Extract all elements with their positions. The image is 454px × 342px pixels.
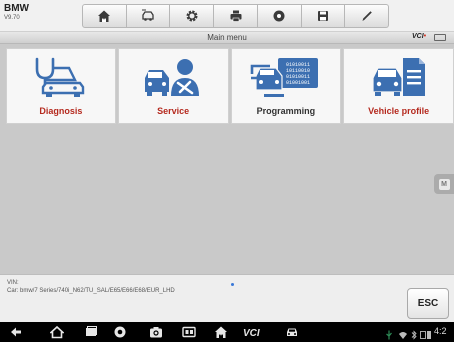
help-icon — [273, 10, 285, 22]
nav-screenshot-button[interactable] — [146, 325, 166, 339]
bluetooth-icon — [410, 327, 418, 340]
page-indicator-dot — [231, 283, 234, 286]
nav-recents-button[interactable] — [83, 325, 99, 339]
browser-icon — [114, 326, 126, 338]
tile-vehicle-profile[interactable]: Vehicle profile — [343, 48, 454, 124]
stethoscope-car-icon — [35, 57, 85, 97]
tile-service[interactable]: Service — [117, 48, 229, 124]
vehicle-info-panel: VIN: Car: bmw/7 Series/740i_N62/TU_SAL/E… — [0, 274, 454, 322]
back-icon — [11, 327, 21, 337]
vehicle-make: BMW — [4, 3, 29, 14]
maxisys-logo-icon: M — [438, 178, 450, 190]
esc-button[interactable]: ESC — [407, 288, 449, 319]
svg-text:01001001: 01001001 — [286, 80, 310, 86]
nav-back-button[interactable] — [8, 325, 24, 339]
car-swap-icon — [142, 9, 154, 21]
vci-connection-indicator: • — [423, 33, 427, 40]
maxisys-home-icon — [215, 326, 227, 338]
car-icon — [287, 328, 297, 336]
screen-mirror-icon — [182, 326, 196, 338]
tile-label: Service — [157, 106, 190, 116]
settings-button[interactable] — [170, 4, 215, 28]
toolbar — [82, 4, 390, 28]
tile-label: Diagnosis — [39, 106, 83, 116]
tile-programming[interactable]: 01010011 10110010 01010011 01001001 Prog… — [230, 48, 342, 124]
nav-maxisys-home-button[interactable] — [213, 325, 229, 339]
vehicle-brand: BMW V9.70 — [4, 3, 44, 22]
edit-button[interactable] — [345, 4, 390, 28]
car-document-icon — [372, 58, 425, 96]
tile-label: Programming — [256, 106, 316, 116]
screen: BMW V9.70 Main menu VCI• Diagnosis Servi… — [0, 0, 454, 342]
side-panel-handle[interactable]: M — [434, 174, 454, 194]
save-icon — [317, 11, 328, 21]
home-button[interactable] — [82, 4, 127, 28]
binary-car-icon: 01010011 10110010 01010011 01001001 — [250, 58, 318, 97]
battery-status-icon — [420, 327, 432, 339]
usb-icon — [384, 327, 394, 340]
top-app-bar: BMW V9.70 — [0, 0, 454, 32]
wifi-icon — [398, 327, 408, 339]
vehicle-path: Car: bmw/7 Series/740i_N62/TU_SAL/E65/E6… — [7, 288, 175, 294]
nav-home-button[interactable] — [49, 325, 65, 339]
nav-browser-button[interactable] — [112, 325, 128, 339]
vci-status: VCI• — [412, 33, 426, 40]
camera-icon — [150, 327, 162, 338]
battery-icon — [434, 34, 446, 41]
status-time: 4:2 — [434, 326, 447, 336]
nav-vci-button[interactable]: VCI — [242, 325, 266, 339]
vci-label: VCI — [412, 33, 424, 40]
gear-icon — [186, 10, 198, 22]
home-icon — [98, 10, 111, 22]
home-icon — [50, 325, 64, 339]
vehicle-swap-button[interactable] — [126, 4, 171, 28]
printer-icon — [230, 10, 242, 22]
svg-text:VCI: VCI — [243, 328, 260, 339]
title-bar: Main menu VCI• — [0, 32, 454, 44]
pen-icon — [362, 11, 372, 21]
save-button[interactable] — [301, 4, 346, 28]
vin-label: VIN: — [7, 280, 19, 286]
nav-vehicle-button[interactable] — [283, 325, 301, 339]
help-button[interactable] — [257, 4, 302, 28]
page-title: Main menu — [207, 33, 247, 42]
android-nav-bar: VCI 4:2 — [0, 322, 454, 342]
tile-diagnosis[interactable]: Diagnosis — [6, 48, 116, 124]
tile-label: Vehicle profile — [368, 106, 430, 116]
mechanic-car-icon — [145, 59, 200, 96]
print-button[interactable] — [214, 4, 258, 28]
software-version: V9.70 — [4, 15, 20, 21]
vci-icon: VCI — [243, 328, 260, 339]
nav-display-button[interactable] — [181, 325, 197, 339]
recents-icon — [86, 326, 97, 336]
main-menu-tiles: Diagnosis Service 01010011 10110010 0101… — [6, 48, 454, 124]
workspace-area — [0, 126, 454, 274]
